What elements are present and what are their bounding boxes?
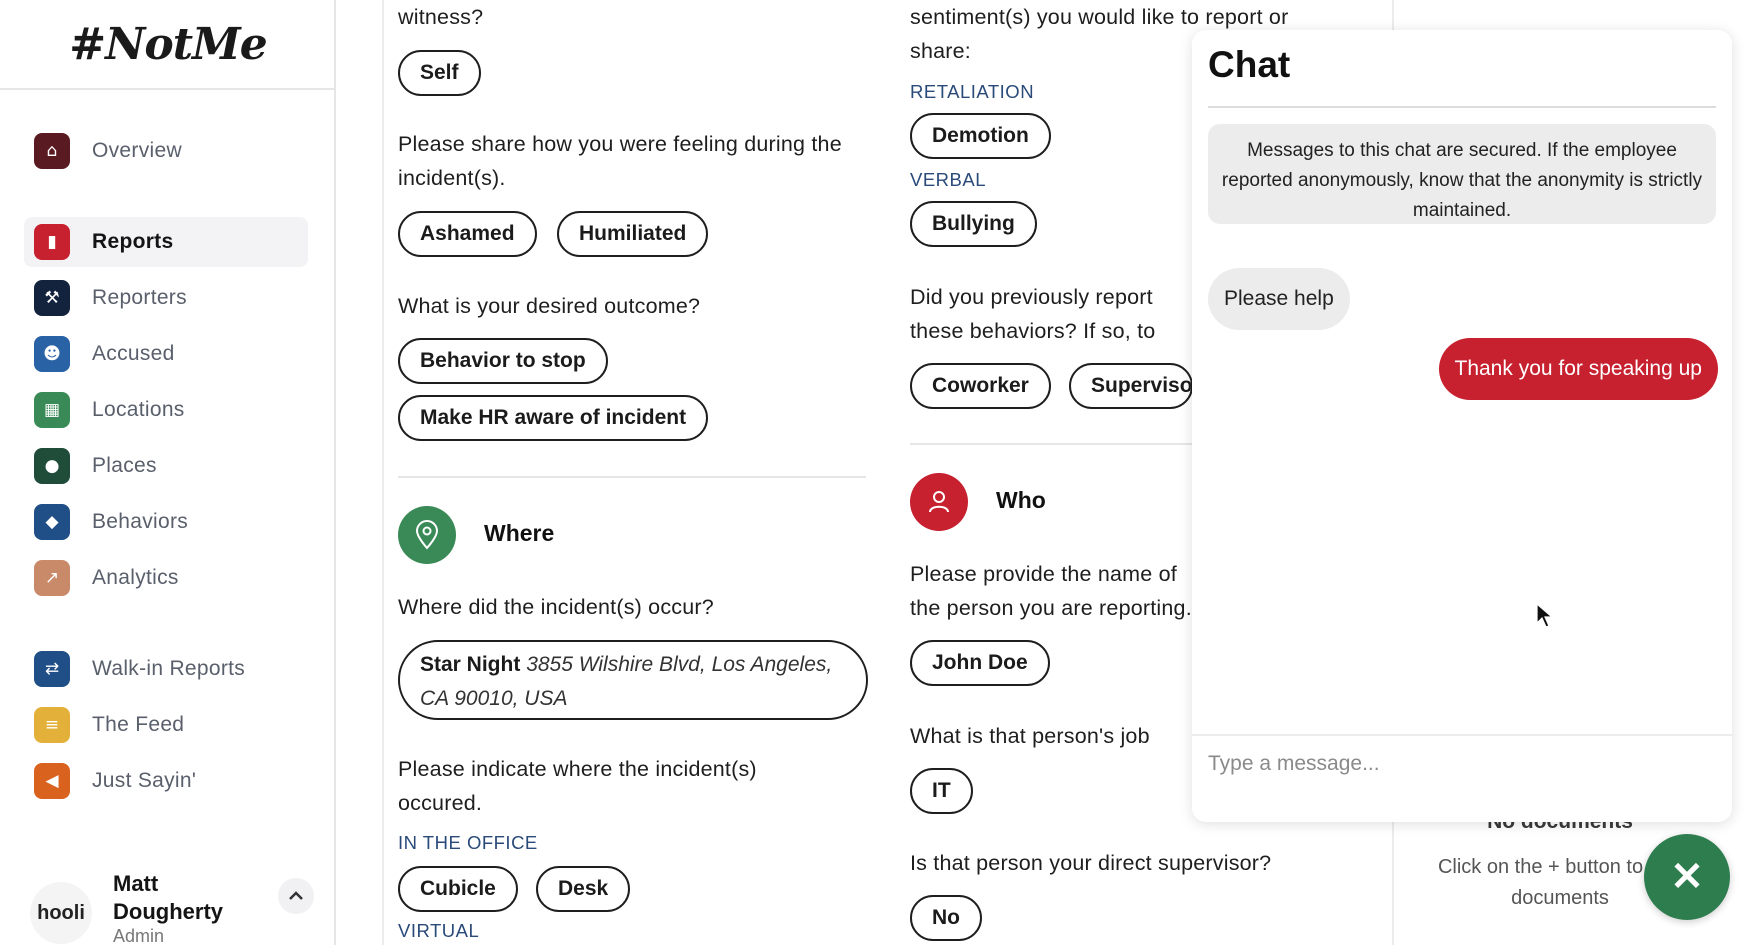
category-label: RETALIATION xyxy=(910,81,1035,102)
previous-report-question: Did you previously report these behavior… xyxy=(910,285,1156,343)
chat-bubbles-icon: ◆ xyxy=(34,504,70,540)
chat-divider xyxy=(1208,106,1716,108)
section-divider xyxy=(910,443,1192,445)
supervisor-question: Is that person your direct supervisor? xyxy=(910,851,1272,875)
sidebar: #NotMe ⌂ Overview ▮ Reports ⚒ Reporters … xyxy=(0,0,336,945)
outcome-question: What is your desired outcome? xyxy=(398,294,701,318)
answer-chip: Behavior to stop xyxy=(398,338,608,384)
person-icon xyxy=(910,473,968,531)
app-logo[interactable]: #NotMe xyxy=(0,0,336,90)
clipboard-icon: ▮ xyxy=(34,224,70,260)
sidebar-item-label: Reporters xyxy=(92,286,187,309)
chat-message-input[interactable] xyxy=(1208,744,1708,784)
answer-chip: IT xyxy=(910,768,973,814)
handshake-icon: ⇄ xyxy=(34,651,70,687)
chat-security-notice: Messages to this chat are secured. If th… xyxy=(1208,124,1716,224)
answer-chip: Desk xyxy=(536,866,631,912)
where-section-title: Where xyxy=(484,520,555,546)
user-role: Admin xyxy=(113,926,165,945)
sidebar-item-reporters[interactable]: ⚒ Reporters xyxy=(24,273,308,323)
avatar: hooli xyxy=(30,882,92,944)
sidebar-item-behaviors[interactable]: ◆ Behaviors xyxy=(24,497,308,547)
answer-chip: Self xyxy=(398,50,481,96)
category-label: IN THE OFFICE xyxy=(398,832,538,853)
witness-question: witness? xyxy=(398,5,484,29)
feeling-question: Please share how you were feeling during… xyxy=(398,132,842,190)
chevron-up-icon[interactable] xyxy=(278,878,314,914)
sidebar-item-places[interactable]: ● Places xyxy=(24,441,308,491)
section-divider xyxy=(398,476,866,478)
sidebar-item-label: Analytics xyxy=(92,566,179,589)
content-divider xyxy=(382,0,384,945)
sidebar-item-locations[interactable]: ▦ Locations xyxy=(24,385,308,435)
answer-chip: Demotion xyxy=(910,113,1051,159)
sidebar-item-walk-in-reports[interactable]: ⇄ Walk-in Reports xyxy=(24,644,308,694)
sidebar-item-label: Locations xyxy=(92,398,185,421)
sidebar-item-label: Reports xyxy=(92,230,174,253)
sidebar-item-label: Behaviors xyxy=(92,510,189,533)
sidebar-item-overview[interactable]: ⌂ Overview xyxy=(24,126,308,176)
answer-chip: Supervisor xyxy=(1069,363,1193,409)
where-question: Where did the incident(s) occur? xyxy=(398,595,714,619)
sidebar-item-accused[interactable]: ☻ Accused xyxy=(24,329,308,379)
name-question: Please provide the name of the person yo… xyxy=(910,562,1192,620)
mouse-cursor-icon xyxy=(1536,602,1554,634)
user-profile[interactable]: hooli Matt Dougherty Admin xyxy=(30,870,320,945)
chat-input-area xyxy=(1192,734,1732,822)
who-section-title: Who xyxy=(996,487,1046,513)
location-chip: Star Night 3855 Wilshire Blvd, Los Angel… xyxy=(398,640,868,720)
sidebar-item-label: Walk-in Reports xyxy=(92,657,246,680)
indicate-question: Please indicate where the incident(s) oc… xyxy=(398,757,757,815)
location-pin-icon xyxy=(398,506,456,564)
megaphone-icon: ◀ xyxy=(34,763,70,799)
answer-chip: No xyxy=(910,895,982,941)
sidebar-item-label: The Feed xyxy=(92,713,185,736)
answer-chip: Make HR aware of incident xyxy=(398,395,709,441)
category-label: VIRTUAL xyxy=(398,920,480,941)
close-chat-button[interactable]: ✕ xyxy=(1644,834,1730,920)
job-question: What is that person's job title? xyxy=(910,724,1150,748)
close-icon: ✕ xyxy=(1670,855,1704,899)
answer-chip: John Doe xyxy=(910,640,1050,686)
map-icon: ▦ xyxy=(34,392,70,428)
sidebar-item-label: Just Sayin' xyxy=(92,769,197,792)
user-name: Matt Dougherty xyxy=(113,871,223,924)
location-name: Star Night xyxy=(420,653,521,676)
home-icon: ⌂ xyxy=(34,133,70,169)
answer-chip: Bullying xyxy=(910,201,1037,247)
sidebar-item-just-sayin[interactable]: ◀ Just Sayin' xyxy=(24,756,308,806)
sidebar-item-label: Places xyxy=(92,454,157,477)
feed-icon: ≡ xyxy=(34,707,70,743)
answer-chip: Ashamed xyxy=(398,211,537,257)
answer-chip: Cubicle xyxy=(398,866,518,912)
chart-icon: ↗ xyxy=(34,560,70,596)
sidebar-item-label: Overview xyxy=(92,139,182,162)
answer-chip: Humiliated xyxy=(557,211,709,257)
users-icon: ☻ xyxy=(34,336,70,372)
answer-chip: Coworker xyxy=(910,363,1051,409)
sidebar-item-the-feed[interactable]: ≡ The Feed xyxy=(24,700,308,750)
incoming-message: Please help xyxy=(1208,268,1350,330)
chat-panel: Chat Messages to this chat are secured. … xyxy=(1192,30,1732,822)
sidebar-item-label: Accused xyxy=(92,342,175,365)
outgoing-message: Thank you for speaking up xyxy=(1438,338,1718,400)
chat-title: Chat xyxy=(1208,44,1291,85)
sidebar-item-reports[interactable]: ▮ Reports xyxy=(24,217,308,267)
pin-icon: ● xyxy=(34,448,70,484)
category-label: VERBAL xyxy=(910,169,987,190)
sidebar-item-analytics[interactable]: ↗ Analytics xyxy=(24,553,308,603)
gavel-icon: ⚒ xyxy=(34,280,70,316)
